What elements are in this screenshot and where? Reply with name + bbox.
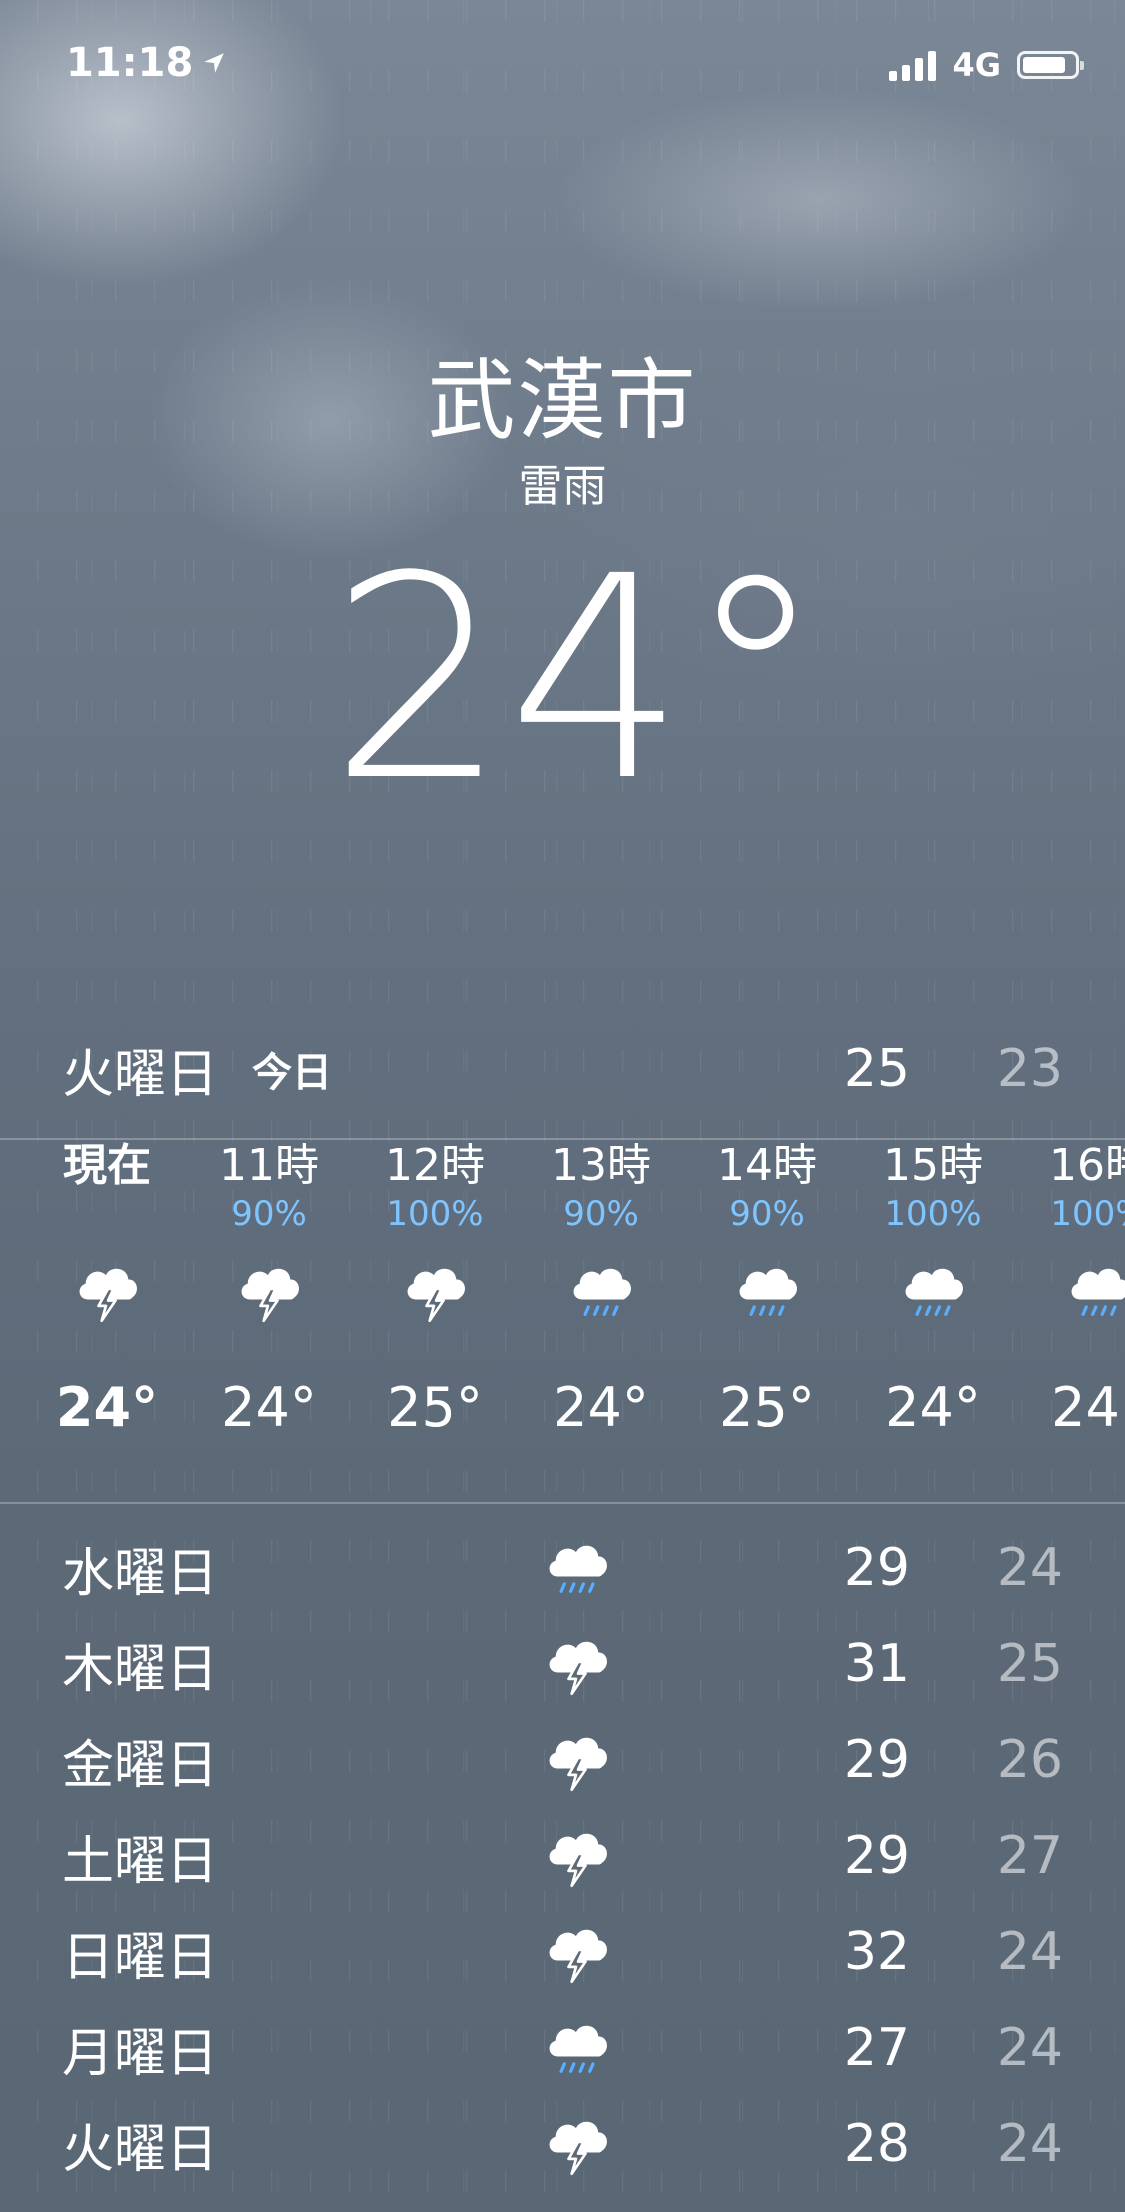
day-low-temperature: 25 [996,1634,1063,1694]
hour-time: 16時 [1049,1140,1125,1191]
hour-column: 15時 100% 24° [858,1140,1008,1448]
rain-icon [858,1236,1008,1346]
current-temperature: 24° [329,517,826,843]
day-high-temperature: 27 [843,2018,910,2078]
hour-precipitation-chance: 100% [884,1194,982,1234]
city-name: 武漢市 [427,349,698,452]
hour-column: 14時 90% 25° [692,1140,842,1448]
today-tag: 今日 [252,1050,333,1096]
day-high-temperature: 29 [843,1538,910,1598]
rain-icon [1024,1236,1125,1346]
battery-icon [1017,51,1084,79]
today-high: 25 [843,1039,910,1099]
hour-column: 16時100% 24° [1024,1140,1125,1448]
daily-row: 土曜日 29 27 [62,1808,1063,1904]
divider-bottom [0,1502,1125,1504]
hourly-forecast[interactable]: 現在 24° 11時 90% 24° 12時 100% 25° 13時 90% 24° 14時 90% 2… [0,1140,1125,1480]
current-condition: 雷雨 [518,461,607,512]
day-high-temperature: 28 [843,2114,910,2174]
hour-time: 現在 [63,1140,151,1191]
day-name: 日曜日 [62,1927,219,1988]
thunderstorm-icon [532,1818,622,1894]
hour-time: 15時 [883,1140,983,1191]
daily-row: 木曜日 31 25 [62,1616,1063,1712]
thunderstorm-icon [194,1236,344,1346]
day-name: 月曜日 [62,2023,219,2084]
day-name: 金曜日 [62,1735,219,1796]
thunderstorm-icon [532,1626,622,1702]
daily-row: 火曜日 28 24 [62,2096,1063,2192]
day-high-temperature: 29 [843,1826,910,1886]
hour-temperature: 25° [719,1376,815,1439]
hour-time: 12時 [385,1140,485,1191]
hour-precipitation-chance: 90% [729,1194,805,1234]
day-low-temperature: 24 [996,2018,1063,2078]
hour-column: 12時 100% 25° [360,1140,510,1448]
hour-precipitation-chance: 90% [231,1194,307,1234]
hour-temperature: 25° [387,1376,483,1439]
day-high-temperature: 32 [843,1922,910,1982]
thunderstorm-icon [532,2106,622,2182]
day-low-temperature: 26 [996,1730,1063,1790]
thunderstorm-icon [32,1236,182,1346]
hour-precipitation-chance: 100% [1050,1194,1125,1234]
location-arrow-icon [201,50,227,76]
daily-row: 月曜日 27 24 [62,2000,1063,2096]
day-name: 木曜日 [62,1639,219,1700]
day-low-temperature: 24 [996,1538,1063,1598]
daily-row: 金曜日 29 26 [62,1712,1063,1808]
day-low-temperature: 27 [996,1826,1063,1886]
thunderstorm-icon [532,1914,622,1990]
hour-precipitation-chance [32,1192,182,1236]
status-time-text: 11:18 [66,40,194,86]
day-name: 水曜日 [62,1543,219,1604]
network-type: 4G [952,46,1001,84]
rain-icon [692,1236,842,1346]
daily-row: 水曜日 29 24 [62,1520,1063,1616]
today-day: 火曜日 [62,1044,219,1105]
hour-temperature: 24° [553,1376,649,1439]
rain-icon [526,1236,676,1346]
thunderstorm-icon [360,1236,510,1346]
day-low-temperature: 24 [996,2114,1063,2174]
rain-icon [532,1530,622,1606]
today-low: 23 [996,1039,1063,1099]
day-name: 土曜日 [62,1831,219,1892]
hour-column: 13時 90% 24° [526,1140,676,1448]
thunderstorm-icon [532,1722,622,1798]
hour-time: 13時 [551,1140,651,1191]
day-name: 火曜日 [62,2119,219,2180]
status-time: 11:18 [66,40,227,86]
hour-temperature: 24° [885,1376,981,1439]
daily-forecast[interactable]: 水曜日 29 24 木曜日 31 25 金曜日 29 26 土曜日 29 27 日曜日 32 24 月曜日 27… [62,1520,1063,2192]
hour-temperature: 24° [55,1376,159,1439]
daily-row: 日曜日 32 24 [62,1904,1063,2000]
status-indicators: 4G [889,46,1084,84]
day-high-temperature: 31 [843,1634,910,1694]
hour-column: 現在 24° [32,1140,182,1448]
cellular-signal-icon [889,49,937,81]
hour-precipitation-chance: 90% [563,1194,639,1234]
day-high-temperature: 29 [843,1730,910,1790]
day-low-temperature: 24 [996,1922,1063,1982]
hour-precipitation-chance: 100% [386,1194,484,1234]
hour-time: 11時 [219,1140,319,1191]
hour-column: 11時 90% 24° [194,1140,344,1448]
rain-icon [532,2010,622,2086]
hour-time: 14時 [717,1140,817,1191]
today-summary: 火曜日 今日 25 23 [62,1038,1063,1105]
hour-temperature: 24° [221,1376,317,1439]
hour-temperature: 24° [1051,1376,1125,1439]
